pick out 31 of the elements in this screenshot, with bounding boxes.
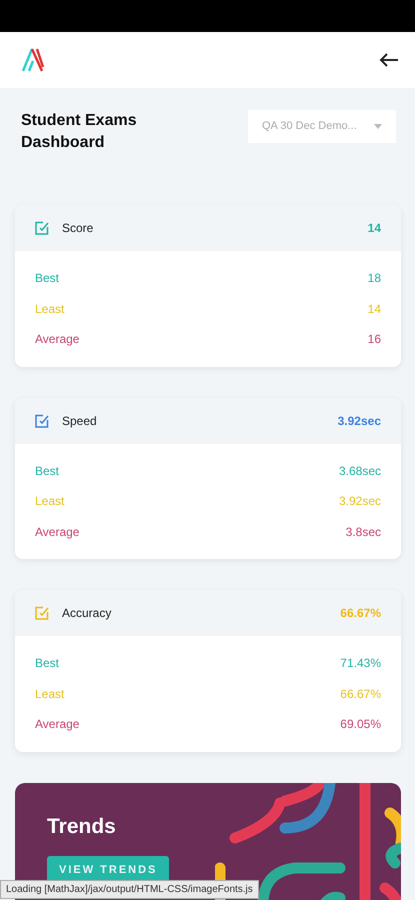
caret-icon [374,124,382,129]
stat-label: Least [35,493,64,510]
stat-value: 3.92sec [338,493,381,510]
metric-value: 66.67% [340,605,381,622]
stat-value: 16 [368,331,381,348]
stat-label: Average [35,524,80,541]
stat-value: 3.8sec [346,524,381,541]
metric-value: 3.92sec [338,412,381,430]
metric-label: Score [62,220,94,238]
stat-value: 14 [368,300,381,318]
stat-label: Best [35,655,60,672]
stat-label: Best [35,462,60,480]
stat-value: 18 [368,270,381,288]
exam-dropdown[interactable]: QA 30 Dec Demo... [248,110,396,142]
dashboard-title: Student Exams Dashboard [21,111,138,153]
stat-value: 71.43% [340,655,381,672]
stat-label: Best [35,270,60,288]
metric-value: 14 [368,220,381,238]
stat-label: Least [35,686,64,703]
stat-label: Average [35,331,80,348]
metric-label: Speed [62,412,97,430]
logo-icon [20,47,46,73]
back-arrow-icon[interactable] [379,52,399,68]
stat-label: Least [35,300,64,318]
stat-value: 3.68sec [338,462,381,480]
loading-toast: Loading [MathJax]/jax/output/HTML-CSS/imageFonts.js [0,880,259,899]
metric-label: Accuracy [62,605,112,622]
stat-value: 66.67% [340,686,381,703]
stat-label: Average [35,716,80,734]
trends-title: Trends [47,814,116,840]
stat-value: 69.05% [340,716,381,734]
